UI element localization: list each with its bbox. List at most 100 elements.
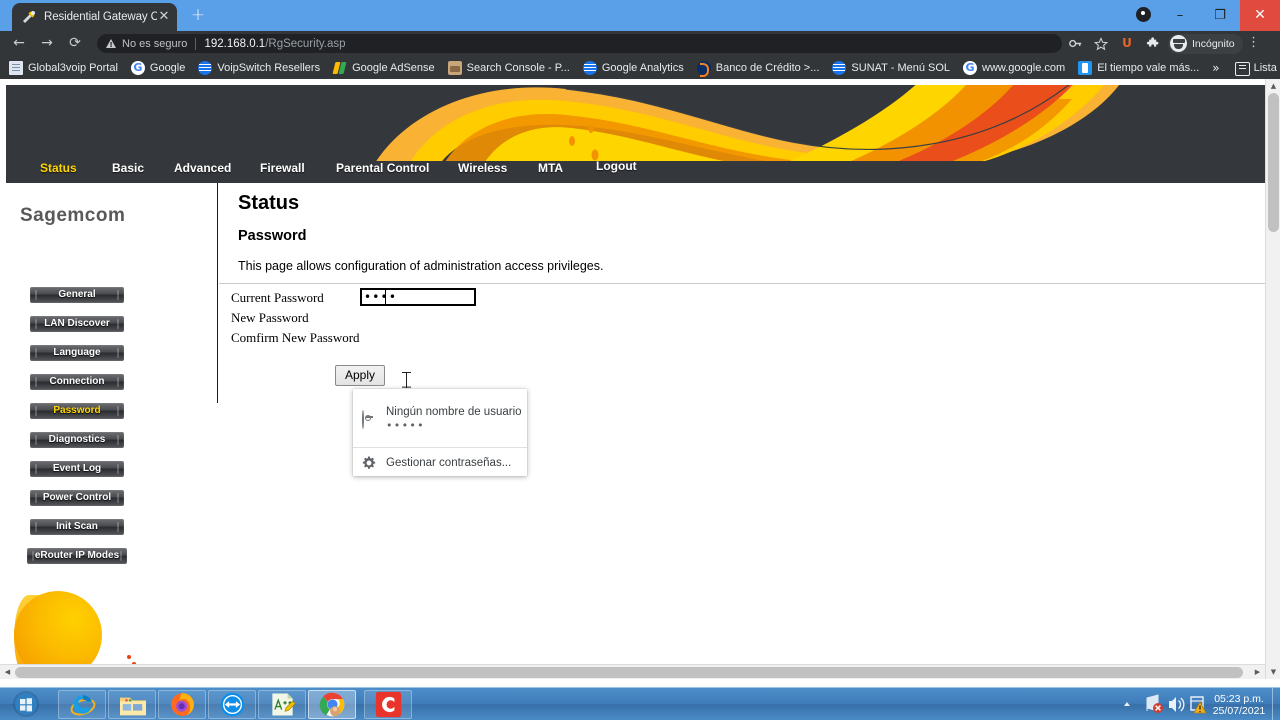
autofill-suggestion-row[interactable]: Ningún nombre de usuario •••••: [353, 399, 527, 439]
nav-item-wireless[interactable]: Wireless: [458, 161, 507, 175]
page-description: This page allows configuration of admini…: [238, 259, 603, 273]
browser-tab[interactable]: Residential Gateway Configuratio ✕: [12, 3, 177, 31]
vertical-scrollbar[interactable]: ▲ ▼: [1265, 79, 1280, 679]
bcp-icon: [697, 61, 711, 75]
scroll-down-icon[interactable]: ▼: [1266, 665, 1280, 679]
current-password-value: ••••: [364, 292, 397, 302]
bookmark-item[interactable]: Google Analytics: [583, 61, 684, 75]
sidebar-item-general[interactable]: General: [30, 287, 124, 303]
extension-u-icon[interactable]: U: [1114, 31, 1140, 56]
confirm-password-label: Comfirm New Password: [231, 330, 360, 346]
divider: [195, 38, 196, 50]
sidebar-item-language[interactable]: Language: [30, 345, 124, 361]
bookmark-item[interactable]: Search Console - P...: [448, 61, 570, 75]
bookmark-item[interactable]: Banco de Crédito >...: [697, 61, 820, 75]
bookmarks-overflow-icon[interactable]: »: [1212, 61, 1225, 75]
bookmark-item[interactable]: Global3voip Portal: [9, 61, 118, 75]
forward-icon[interactable]: →: [33, 31, 61, 56]
show-desktop-button[interactable]: [1272, 688, 1280, 721]
globe-icon: [832, 61, 846, 75]
bookmark-label: El tiempo vale más...: [1097, 62, 1199, 74]
nav-item-parental-control[interactable]: Parental Control: [336, 161, 429, 175]
windows-taskbar: 05:23 p.m. 25/07/2021: [0, 687, 1280, 720]
sidebar-item-power-control[interactable]: Power Control: [30, 490, 124, 506]
star-icon[interactable]: [1088, 31, 1114, 56]
maximize-button[interactable]: ❐: [1200, 0, 1240, 31]
sidebar-item-password[interactable]: Password: [30, 403, 124, 419]
document-icon: [9, 61, 23, 75]
reload-icon[interactable]: ⟳: [61, 31, 89, 56]
bookmark-item[interactable]: SUNAT - Menú SOL: [832, 61, 950, 75]
nav-item-logout[interactable]: Logout: [596, 159, 637, 173]
manage-passwords-row[interactable]: Gestionar contraseñas...: [353, 451, 527, 475]
puzzle-icon[interactable]: [1140, 31, 1166, 56]
taskbar-item-notepad-plus-plus[interactable]: [258, 690, 306, 719]
incognito-indicator[interactable]: Incógnito: [1168, 34, 1243, 54]
bookmark-item[interactable]: www.google.com: [963, 61, 1065, 75]
nav-item-advanced[interactable]: Advanced: [174, 161, 231, 175]
sidebar-item-event-log[interactable]: Event Log: [30, 461, 124, 477]
nav-item-firewall[interactable]: Firewall: [260, 161, 305, 175]
taskbar-item-camtasia[interactable]: [364, 690, 412, 719]
bookmark-item[interactable]: El tiempo vale más...: [1078, 61, 1199, 75]
nav-item-basic[interactable]: Basic: [112, 161, 144, 175]
sidebar-item-diagnostics[interactable]: Diagnostics: [30, 432, 124, 448]
chrome-menu-icon[interactable]: ⋮: [1243, 31, 1265, 56]
key-icon[interactable]: [1062, 31, 1088, 56]
bookmark-item[interactable]: Google AdSense: [333, 61, 435, 75]
back-icon[interactable]: ←: [5, 31, 33, 56]
sidebar-item-init-scan[interactable]: Init Scan: [30, 519, 124, 535]
divider: [353, 447, 527, 448]
manage-passwords-label: Gestionar contraseñas...: [386, 457, 511, 469]
sidebar-item-connection[interactable]: Connection: [30, 374, 124, 390]
horizontal-scrollbar[interactable]: ◀ ▶: [0, 664, 1265, 679]
address-bar[interactable]: No es seguro 192.168.0.1 /RgSecurity.asp: [97, 34, 1062, 53]
horizontal-scroll-thumb[interactable]: [15, 667, 1243, 678]
taskbar-clock[interactable]: 05:23 p.m. 25/07/2021: [1210, 693, 1272, 717]
bookmark-item[interactable]: Google: [131, 61, 185, 75]
tray-overflow-icon[interactable]: [1122, 688, 1144, 721]
taskbar-item-internet-explorer[interactable]: [58, 690, 106, 719]
system-tray: 05:23 p.m. 25/07/2021: [1122, 688, 1280, 721]
google-icon: [131, 61, 145, 75]
password-autofill-dropdown[interactable]: Ningún nombre de usuario ••••• Gestionar…: [353, 389, 527, 476]
nav-item-status[interactable]: Status: [40, 161, 77, 175]
current-password-label: Current Password: [231, 290, 324, 306]
bookmark-label: Google AdSense: [352, 62, 435, 74]
reading-list-button[interactable]: Lista de lectura: [1235, 61, 1280, 75]
adsense-icon: [333, 61, 347, 75]
content-pane: Status Password This page allows configu…: [217, 183, 1268, 403]
location-pin-icon[interactable]: [1126, 0, 1160, 31]
network-error-icon[interactable]: [1144, 688, 1166, 721]
vertical-scroll-thumb[interactable]: [1268, 93, 1279, 232]
start-button[interactable]: [4, 689, 48, 720]
browser-toolbar: ← → ⟳ No es seguro 192.168.0.1 /RgSecuri…: [0, 31, 1280, 56]
autofill-masked-password: •••••: [386, 419, 522, 432]
bookmark-item[interactable]: VoipSwitch Resellers: [198, 61, 320, 75]
sidebar-item-lan-discover[interactable]: LAN Discover: [30, 316, 124, 332]
scroll-left-icon[interactable]: ◀: [0, 665, 15, 679]
reading-list-label: Lista de lectura: [1254, 62, 1280, 74]
globe-icon: [583, 61, 597, 75]
divider: [219, 283, 1269, 284]
taskbar-item-file-explorer[interactable]: [108, 690, 156, 719]
action-center-warning-icon[interactable]: [1188, 688, 1210, 721]
apply-button[interactable]: Apply: [335, 365, 385, 386]
nav-item-mta[interactable]: MTA: [538, 161, 563, 175]
sidebar-item-erouter-ip-modes[interactable]: eRouter IP Modes: [27, 548, 127, 564]
taskbar-item-teamviewer[interactable]: [208, 690, 256, 719]
text-caret: [385, 290, 386, 304]
scroll-up-icon[interactable]: ▲: [1266, 79, 1280, 93]
close-icon[interactable]: ✕: [157, 10, 171, 24]
tab-title: Residential Gateway Configuratio: [44, 10, 157, 24]
scroll-right-icon[interactable]: ▶: [1250, 665, 1265, 679]
close-window-button[interactable]: ✕: [1240, 0, 1280, 31]
router-page-body: Sagemcom General LAN Discover Language C…: [6, 183, 1268, 673]
minimize-button[interactable]: –: [1160, 0, 1200, 31]
volume-icon[interactable]: [1166, 688, 1188, 721]
taskbar-item-google-chrome[interactable]: [308, 690, 356, 719]
key-circle-icon: [362, 411, 378, 427]
taskbar-item-firefox[interactable]: [158, 690, 206, 719]
incognito-avatar-icon: [1170, 35, 1187, 52]
new-tab-button[interactable]: +: [185, 3, 211, 29]
